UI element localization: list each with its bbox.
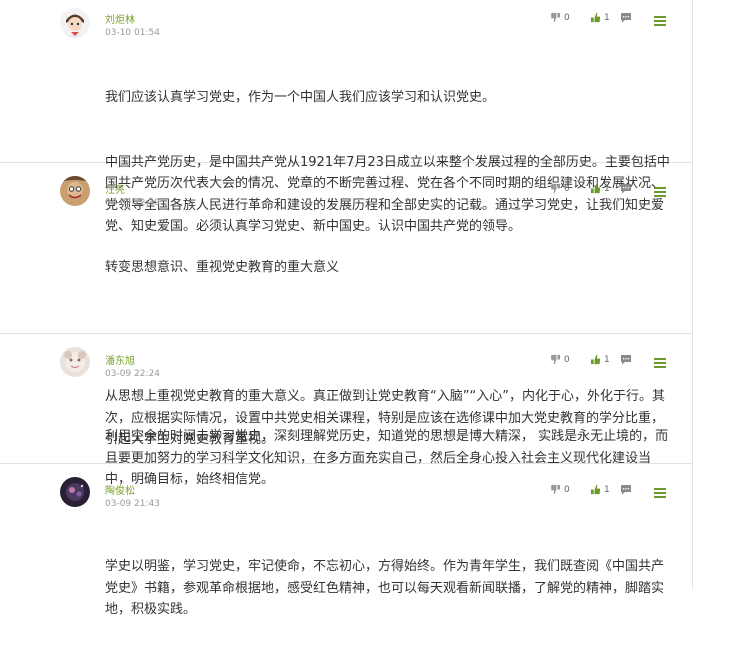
dislike-button[interactable]: 0	[550, 183, 570, 194]
more-menu-button[interactable]	[654, 187, 666, 197]
comment-paragraph: 我们应该认真学习党史，作为一个中国人我们应该学习和认识党史。	[105, 90, 496, 105]
hamburger-menu-icon	[654, 358, 666, 368]
comment-paragraph: 学史以明鉴，学习党史，牢记使命，不忘初心，方得始终。作为青年学生，我们既查阅《中…	[105, 559, 665, 617]
hamburger-menu-icon	[654, 488, 666, 498]
avatar[interactable]	[60, 347, 90, 377]
dislike-count: 0	[564, 183, 570, 194]
avatar[interactable]	[60, 477, 90, 507]
comment-item: 刘炬林 03-10 01:54 0 1 我们应该认真学习党史，作为一个中国人我们…	[0, 0, 692, 234]
more-menu-button[interactable]	[654, 16, 666, 26]
comment-item: 潘东旭 03-09 22:24 0 1 利用空余的时间去学习党史，深刻理解党历史…	[0, 333, 692, 487]
dislike-button[interactable]: 0	[550, 354, 570, 365]
like-count: 1	[604, 484, 610, 495]
thumb-down-icon	[550, 183, 561, 194]
reply-button[interactable]	[620, 354, 632, 365]
avatar[interactable]	[60, 176, 90, 206]
username[interactable]: 潘东旭	[105, 352, 135, 367]
reply-button[interactable]	[620, 183, 632, 194]
thumb-up-icon	[590, 484, 601, 495]
like-button[interactable]: 1	[590, 484, 610, 495]
thumb-down-icon	[550, 12, 561, 23]
chat-bubble-icon	[620, 354, 632, 365]
like-count: 1	[604, 354, 610, 365]
thumb-up-icon	[590, 354, 601, 365]
timestamp: 03-09 21:43	[105, 499, 160, 509]
reply-button[interactable]	[620, 12, 632, 23]
chat-bubble-icon	[620, 484, 632, 495]
reply-button[interactable]	[620, 484, 632, 495]
like-count: 1	[604, 183, 610, 194]
hamburger-menu-icon	[654, 16, 666, 26]
comment-list: 刘炬林 03-10 01:54 0 1 我们应该认真学习党史，作为一个中国人我们…	[0, 0, 693, 617]
like-button[interactable]: 1	[590, 12, 610, 23]
timestamp: 03-09 22:24	[105, 369, 160, 379]
comment-item: 陶俊松 03-09 21:43 0 1 学史以明鉴，学习党史，牢记使命，不忘初心…	[0, 463, 692, 617]
username[interactable]: 陶俊松	[105, 482, 135, 497]
dislike-button[interactable]: 0	[550, 484, 570, 495]
more-menu-button[interactable]	[654, 358, 666, 368]
dislike-count: 0	[564, 484, 570, 495]
chat-bubble-icon	[620, 183, 632, 194]
comment-item: 汪亮 03-09 22:39 0 1 转变思想意识、重视党史教育的重大意义 从思…	[0, 162, 692, 447]
like-count: 1	[604, 12, 610, 23]
like-button[interactable]: 1	[590, 354, 610, 365]
username[interactable]: 刘炬林	[105, 11, 135, 26]
comment-body: 学史以明鉴，学习党史，牢记使命，不忘初心，方得始终。作为青年学生，我们既查阅《中…	[105, 513, 675, 664]
hamburger-menu-icon	[654, 187, 666, 197]
comment-paragraph: 转变思想意识、重视党史教育的重大意义	[105, 260, 340, 275]
thumb-down-icon	[550, 484, 561, 495]
more-menu-button[interactable]	[654, 488, 666, 498]
timestamp: 03-10 01:54	[105, 28, 160, 38]
thumb-up-icon	[590, 12, 601, 23]
thumb-up-icon	[590, 183, 601, 194]
timestamp: 03-09 22:39	[105, 198, 160, 208]
dislike-count: 0	[564, 12, 570, 23]
avatar[interactable]	[60, 8, 90, 38]
like-button[interactable]: 1	[590, 183, 610, 194]
username[interactable]: 汪亮	[105, 181, 125, 196]
dislike-button[interactable]: 0	[550, 12, 570, 23]
thumb-down-icon	[550, 354, 561, 365]
chat-bubble-icon	[620, 12, 632, 23]
dislike-count: 0	[564, 354, 570, 365]
